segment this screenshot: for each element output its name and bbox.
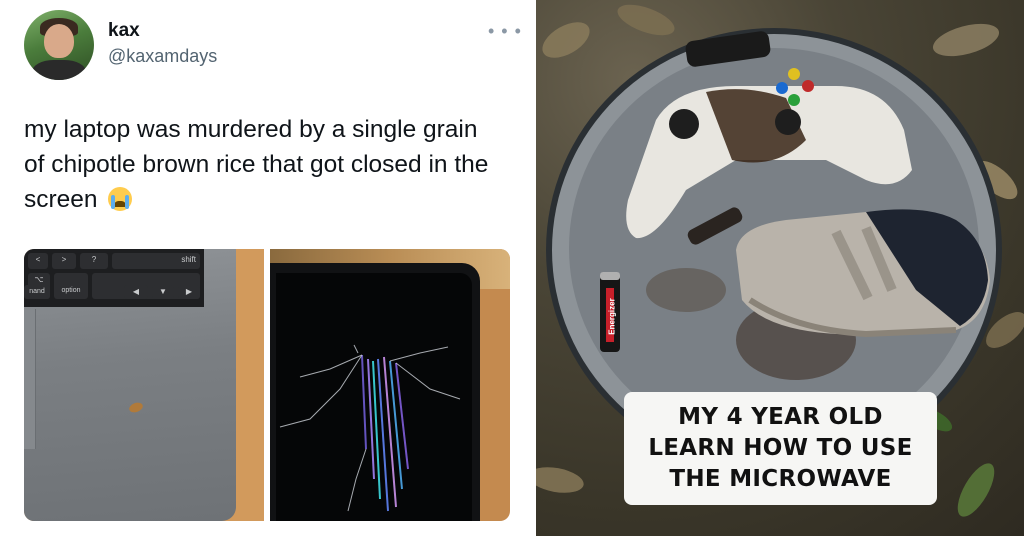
tweet-photo-cracked-screen[interactable] [270,249,510,521]
tweet-body: my laptop was murdered by a single grain… [24,116,489,213]
battery-label-wrapper: Energizer [606,286,618,346]
meme-caption-box: MY 4 YEAR OLD LEARN HOW TO USE THE MICRO… [624,392,937,505]
key-greater-than: > [52,253,76,269]
avatar-face [44,24,74,58]
microwave-meme: Energizer MY 4 YEAR OLD LEARN HOW TO USE… [536,0,1024,536]
key-shift: shift [112,253,200,269]
display-name[interactable]: kax [108,20,140,42]
key-right-arrow: ▶ [178,285,200,299]
user-handle[interactable]: @kaxamdays [108,46,217,67]
tweet-card: kax @kaxamdays • • • my laptop was murde… [0,0,530,536]
avatar-shirt [32,60,86,80]
tweet-text: my laptop was murdered by a single grain… [24,112,504,217]
key-less-than: < [28,253,48,269]
key-option: option [54,273,88,299]
loudly-crying-face-icon [108,187,133,211]
key-down-arrow: ▼ [152,285,174,299]
battery-brand-label: Energizer [607,297,617,335]
laptop-trackpad-edge [24,309,36,449]
tweet-photo-keyboard[interactable]: < > ? shift ⌥ nand option ◀ ▼ ▶ [24,249,264,521]
laptop-keyboard: < > ? shift ⌥ nand option ◀ ▼ ▶ [24,249,204,307]
screen-crack-graphic [279,344,461,512]
key-left-arrow: ◀ [124,285,148,299]
avatar[interactable] [24,10,94,80]
key-command: nand [24,285,50,299]
meme-caption: MY 4 YEAR OLD LEARN HOW TO USE THE MICRO… [648,404,913,492]
more-options-icon[interactable]: • • • [488,22,522,40]
key-question: ? [80,253,108,269]
